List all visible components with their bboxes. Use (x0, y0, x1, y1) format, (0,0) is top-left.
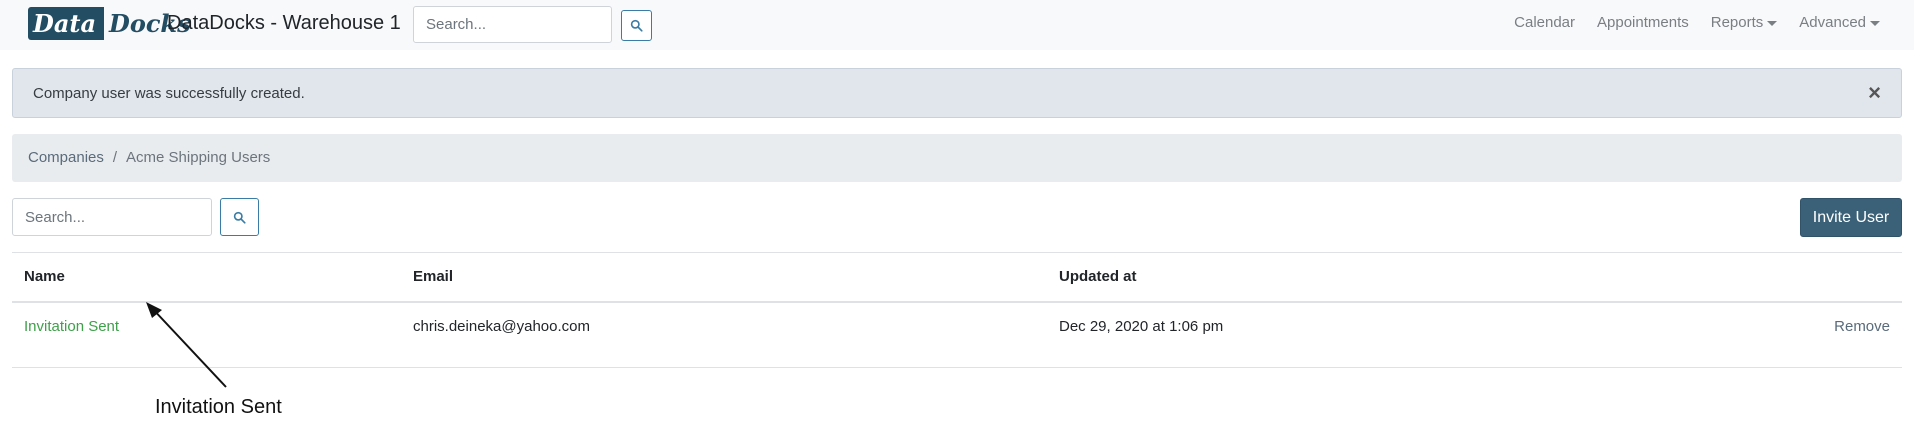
column-header-name: Name (24, 268, 65, 285)
search-icon (630, 19, 643, 32)
annotation-arrow-icon (146, 302, 227, 388)
table-header-divider (12, 301, 1902, 303)
search-icon (233, 211, 246, 224)
nav-calendar-link[interactable]: Calendar (1514, 14, 1575, 31)
column-header-email: Email (413, 268, 454, 285)
nav-reports-dropdown[interactable]: Reports (1711, 14, 1778, 31)
breadcrumb-separator: / (112, 149, 118, 166)
breadcrumb: Companies / Acme Shipping Users (12, 134, 1902, 182)
user-updated-at: Dec 29, 2020 at 1:06 pm (1059, 318, 1224, 335)
users-search-button[interactable] (220, 198, 259, 236)
invite-user-button[interactable]: Invite User (1800, 198, 1902, 237)
nav-advanced-label: Advanced (1799, 14, 1866, 31)
user-name-link[interactable]: Invitation Sent (24, 318, 119, 335)
user-email: chris.deineka@yahoo.com (413, 318, 590, 335)
success-alert: Company user was successfully created. × (12, 68, 1902, 118)
table-top-divider (12, 252, 1902, 253)
nav-links: Calendar Appointments Reports Advanced (1514, 14, 1880, 31)
close-icon[interactable]: × (1868, 82, 1881, 104)
caret-down-icon (1767, 20, 1778, 26)
nav-advanced-dropdown[interactable]: Advanced (1799, 14, 1880, 31)
navbar-search-button[interactable] (621, 10, 652, 41)
nav-appointments-link[interactable]: Appointments (1597, 14, 1689, 31)
warehouse-title[interactable]: DataDocks - Warehouse 1 (167, 12, 401, 35)
caret-down-icon (1870, 20, 1880, 26)
breadcrumb-companies-link[interactable]: Companies (28, 149, 104, 167)
users-search-input[interactable] (12, 198, 212, 236)
table-row-divider (12, 367, 1902, 368)
annotation-label: Invitation Sent (155, 396, 282, 418)
navbar-search-input[interactable] (413, 6, 612, 43)
remove-user-link[interactable]: Remove (1834, 318, 1890, 335)
nav-reports-label: Reports (1710, 14, 1764, 31)
logo-data-part: Data (28, 7, 104, 40)
breadcrumb-current: Acme Shipping Users (126, 149, 271, 166)
top-navbar: Data Docks DataDocks - Warehouse 1 Calen… (0, 0, 1914, 50)
alert-message: Company user was successfully created. (33, 85, 305, 102)
column-header-updated: Updated at (1059, 268, 1137, 285)
